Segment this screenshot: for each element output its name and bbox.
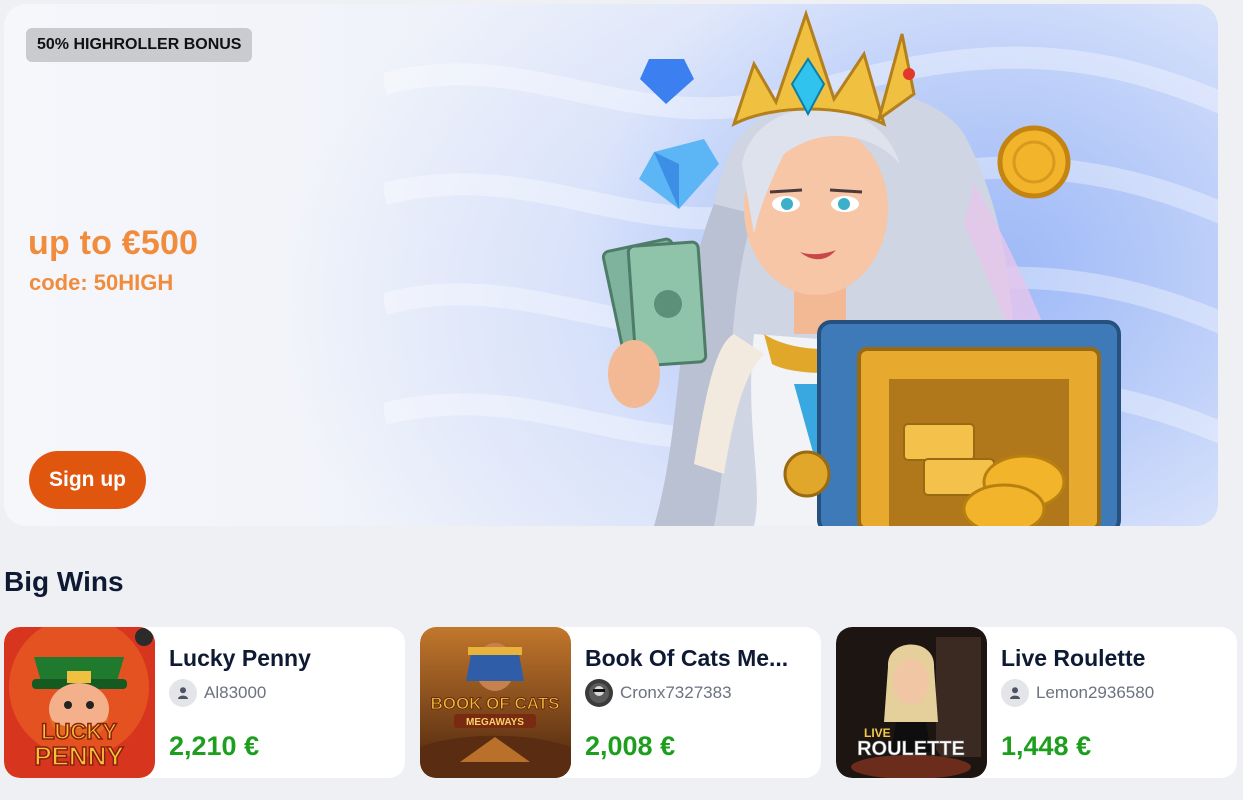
winner-user: Al83000	[169, 679, 266, 707]
win-amount: 1,448 €	[1001, 731, 1092, 761]
game-name[interactable]: Book Of Cats Me...	[585, 645, 810, 672]
win-amount: 2,210 €	[169, 731, 260, 761]
thumb-title-line2: PENNY	[34, 741, 124, 771]
winner-username: Lemon2936580	[1036, 683, 1155, 702]
promo-banner[interactable]: 50% HIGHROLLER BONUS up to €500 code: 50…	[4, 4, 1218, 526]
user-avatar-icon	[169, 679, 197, 707]
win-card-live-roulette[interactable]: LIVE ROULETTE Live Roulette Lemon2936580…	[836, 627, 1237, 778]
win-amount: 2,008 €	[585, 731, 676, 761]
winner-user: Lemon2936580	[1001, 679, 1154, 707]
thumb-title-line2: ROULETTE	[857, 738, 965, 760]
bonus-code: code: 50HIGH	[29, 270, 174, 295]
bonus-badge: 50% HIGHROLLER BONUS	[26, 28, 253, 62]
thumb-title-line1: BOOK OF CATS	[430, 694, 559, 713]
game-thumbnail-live-roulette[interactable]: LIVE ROULETTE	[836, 627, 987, 778]
winner-username: Cronx7327383	[620, 683, 732, 702]
game-thumbnail-lucky-penny[interactable]: LUCKY PENNY	[4, 627, 155, 778]
win-card-lucky-penny[interactable]: LUCKY PENNY Lucky Penny Al83000 2,210 €	[4, 627, 405, 778]
custom-avatar-icon	[585, 679, 613, 707]
thumb-title-line2: MEGAWAYS	[466, 717, 524, 728]
game-thumbnail-book-of-cats[interactable]: BOOK OF CATS MEGAWAYS	[420, 627, 571, 778]
big-wins-title: Big Wins	[4, 566, 124, 597]
game-name[interactable]: Live Roulette	[1001, 645, 1226, 672]
winner-username: Al83000	[204, 683, 267, 702]
winner-user: Cronx7327383	[585, 679, 732, 707]
win-card-book-of-cats[interactable]: BOOK OF CATS MEGAWAYS Book Of Cats Me...…	[420, 627, 821, 778]
queen-hero-illustration	[601, 9, 1121, 526]
game-name[interactable]: Lucky Penny	[169, 645, 394, 672]
user-avatar-icon	[1001, 679, 1029, 707]
signup-button[interactable]: Sign up	[29, 451, 146, 509]
bonus-amount: up to €500	[28, 224, 199, 262]
